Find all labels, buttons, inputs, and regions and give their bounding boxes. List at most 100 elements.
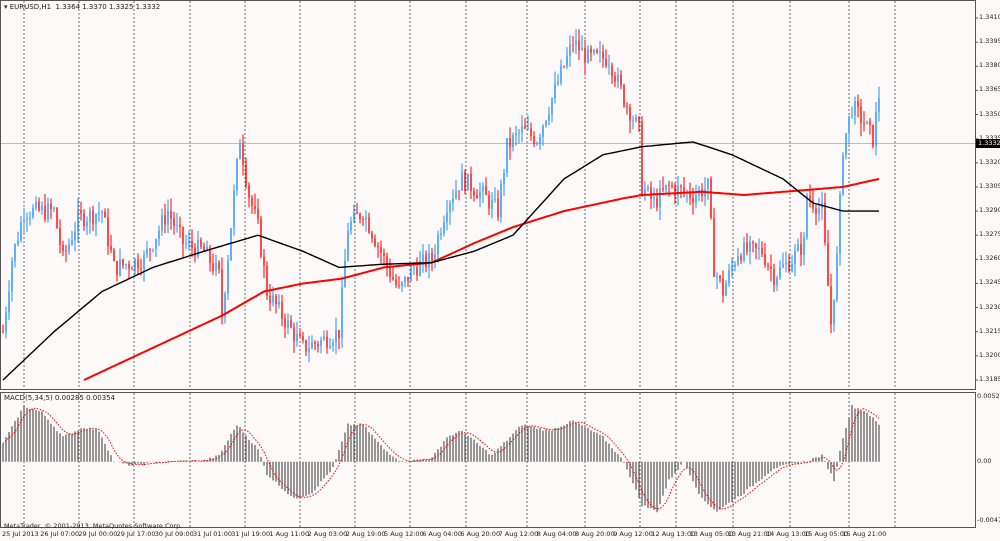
candle <box>752 240 754 253</box>
candle <box>848 115 850 145</box>
candle <box>449 199 451 225</box>
candle <box>395 274 397 289</box>
candle <box>290 315 292 329</box>
candle <box>497 190 499 222</box>
candle <box>812 189 814 213</box>
candle <box>269 283 271 311</box>
candle <box>488 190 490 216</box>
candle <box>113 248 115 262</box>
price-tick-label: 1.3200 <box>979 350 1000 359</box>
candle <box>125 263 127 270</box>
candle <box>557 74 559 86</box>
candle <box>644 181 646 201</box>
current-price-label: 1.3332 <box>976 139 1000 148</box>
candle <box>275 293 277 314</box>
candle <box>38 197 40 213</box>
candle <box>731 257 733 278</box>
candle <box>362 215 364 227</box>
time-tick-label: 25 Jul 2013 <box>2 530 39 538</box>
candle <box>131 266 133 270</box>
candle <box>311 335 313 350</box>
candle <box>8 280 10 321</box>
candle <box>344 248 346 288</box>
candle <box>392 265 394 281</box>
candle <box>854 96 856 125</box>
candle <box>629 103 631 134</box>
candle <box>587 45 589 64</box>
candle <box>47 197 49 223</box>
candle <box>824 192 826 246</box>
candle <box>590 45 592 62</box>
candle <box>476 189 478 199</box>
candle <box>257 198 259 224</box>
candle <box>578 29 580 60</box>
candle <box>512 132 514 152</box>
candle <box>479 182 481 208</box>
candle <box>356 202 358 215</box>
candle <box>80 201 82 221</box>
time-tick-label: 31 Jul 19:00 <box>231 530 271 538</box>
candle <box>572 36 574 53</box>
candle <box>287 313 289 335</box>
candle <box>152 248 154 253</box>
candle <box>740 253 742 264</box>
candle <box>563 65 565 69</box>
price-tick-label: 1.3290 <box>979 206 1000 215</box>
candle <box>767 262 769 271</box>
candle <box>743 236 745 263</box>
candle <box>716 272 718 289</box>
candle <box>836 245 838 303</box>
candle <box>332 338 334 352</box>
candle <box>797 238 799 252</box>
candle <box>725 280 727 297</box>
candle <box>266 261 268 300</box>
candle <box>71 230 73 246</box>
time-tick-label: 2 Aug 19:00 <box>345 530 386 538</box>
candle <box>335 317 337 355</box>
candle <box>581 35 583 51</box>
candle <box>722 270 724 303</box>
copyright-text: MetaTrader, © 2001-2013, MetaQuotes Soft… <box>4 522 183 530</box>
candle <box>782 252 784 269</box>
candle <box>758 238 760 260</box>
candle <box>89 207 91 234</box>
candle <box>860 99 862 137</box>
candle <box>191 229 193 258</box>
candle <box>236 157 238 196</box>
candle <box>617 67 619 89</box>
price-tick-label: 1.3305 <box>979 181 1000 190</box>
candle <box>107 208 109 255</box>
candle <box>641 116 643 197</box>
candle <box>407 276 409 288</box>
candle <box>353 204 355 224</box>
price-tick-label: 1.3320 <box>979 157 1000 166</box>
candle <box>23 207 25 235</box>
price-tick-label: 1.3260 <box>979 254 1000 263</box>
price-tick-label: 1.3380 <box>979 61 1000 70</box>
price-tick-label: 1.3215 <box>979 326 1000 335</box>
candle <box>398 276 400 289</box>
candle <box>134 258 136 275</box>
candle <box>188 230 190 250</box>
candle <box>248 182 250 208</box>
candle <box>443 215 445 237</box>
candle <box>374 234 376 248</box>
price-tick-label: 1.3395 <box>979 37 1000 46</box>
candle <box>485 177 487 196</box>
candle <box>203 242 205 252</box>
chart-canvas[interactable] <box>0 0 1000 541</box>
candle <box>95 213 97 237</box>
candle <box>122 258 124 269</box>
candle <box>377 242 379 258</box>
candle <box>179 216 181 239</box>
candle <box>182 226 184 257</box>
candle <box>218 260 220 274</box>
candle <box>707 178 709 200</box>
candle <box>56 206 58 229</box>
candle <box>839 191 841 266</box>
ohlc-values: 1.3364 1.3370 1.3325 1.3332 <box>55 3 161 11</box>
candle <box>263 249 265 279</box>
candle <box>746 233 748 256</box>
candle <box>638 115 640 133</box>
candle <box>611 62 613 84</box>
